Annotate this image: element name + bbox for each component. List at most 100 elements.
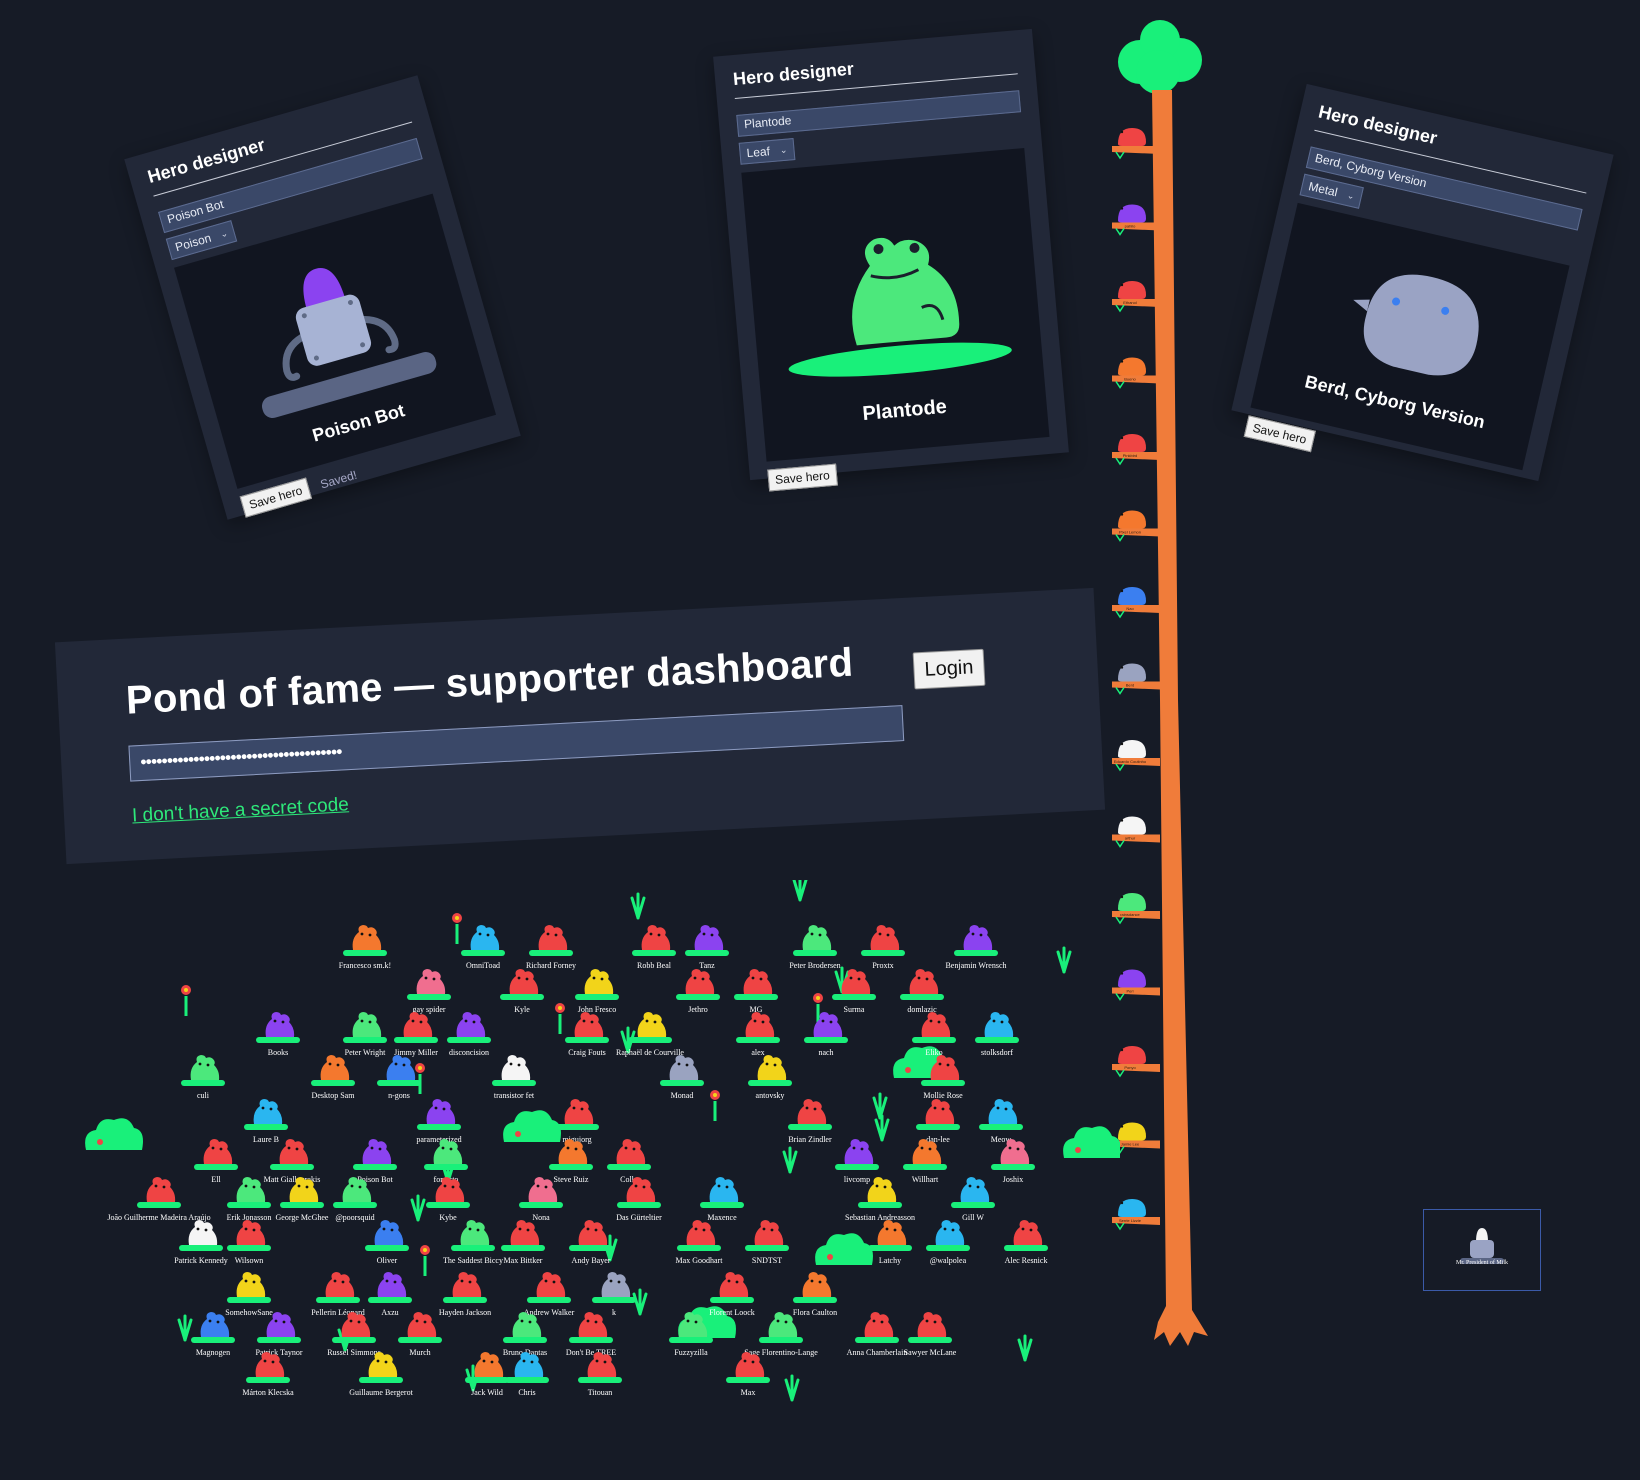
supporter-frog[interactable]: Proxtx	[861, 925, 905, 970]
supporter-frog[interactable]: Craig Fouts	[565, 1012, 609, 1057]
supporter-frog[interactable]: Ell	[194, 1139, 238, 1184]
supporter-frog[interactable]: Magnogen	[191, 1312, 235, 1357]
supporter-frog[interactable]: Francesco sm.k!	[339, 925, 391, 970]
supporter-frog[interactable]: Murch	[398, 1312, 442, 1357]
supporter-frog[interactable]: Steve Ruiz	[549, 1139, 593, 1184]
supporter-frog[interactable]: Gill W	[951, 1177, 995, 1222]
supporter-frog[interactable]: Books	[256, 1012, 300, 1057]
supporter-frog[interactable]: Desktop Sam	[311, 1055, 355, 1100]
supporter-frog[interactable]: Patrick Taynor	[255, 1312, 303, 1357]
hero-type-select[interactable]: Leaf ⌄	[738, 138, 796, 165]
supporter-frog[interactable]: Willhart	[903, 1139, 947, 1184]
supporter-frog[interactable]: Kyle	[500, 969, 544, 1014]
supporter-frog[interactable]: domlazic	[900, 969, 944, 1014]
supporter-frog[interactable]: Sawyer McLane	[904, 1312, 957, 1357]
supporter-frog[interactable]: Anna Chamberlain	[847, 1312, 908, 1357]
supporter-frog[interactable]: SomehowSane	[225, 1272, 273, 1317]
supporter-frog[interactable]: Axzu	[368, 1272, 412, 1317]
supporter-frog[interactable]: transistor fet	[492, 1055, 536, 1100]
supporter-frog[interactable]: Poison Bot	[353, 1139, 397, 1184]
hero-name-input[interactable]: Plantode	[736, 90, 1022, 137]
supporter-frog[interactable]: John Fresco	[575, 969, 619, 1014]
supporter-frog[interactable]: Hayden Jackson	[439, 1272, 491, 1317]
supporter-frog[interactable]: Jimmy Miller	[394, 1012, 438, 1057]
supporter-frog[interactable]: Sage Florentino-Lange	[744, 1312, 818, 1357]
supporter-frog[interactable]: Guillaume Bergerot	[349, 1352, 414, 1397]
supporter-frog[interactable]: Oliver	[365, 1220, 409, 1265]
supporter-frog[interactable]: Don't Be TREE	[566, 1312, 616, 1357]
supporter-frog[interactable]: disconcision	[447, 1012, 491, 1057]
supporter-frog[interactable]: nach	[804, 1012, 848, 1057]
supporter-frog[interactable]: Brian Zindler	[788, 1099, 832, 1144]
supporter-frog[interactable]: dan-lee	[916, 1099, 960, 1144]
tree-bird[interactable]: Eduardo Coutinho	[1112, 740, 1160, 772]
supporter-frog[interactable]: parameterized	[416, 1099, 462, 1144]
supporter-frog[interactable]: k	[592, 1272, 636, 1317]
supporter-frog[interactable]: Richard Forney	[526, 925, 576, 970]
supporter-frog[interactable]: migujorg	[555, 1099, 599, 1144]
supporter-frog[interactable]: Patrick Kennedy	[174, 1220, 228, 1265]
supporter-frog[interactable]: Chris	[505, 1352, 549, 1397]
tree-bird[interactable]: Pinkbird	[1112, 434, 1160, 466]
supporter-frog[interactable]: Andy Bayer	[569, 1220, 613, 1265]
supporter-frog[interactable]: Robb Beal	[632, 925, 676, 970]
tree-bird[interactable]: Bueno	[1112, 357, 1160, 389]
tree-bird[interactable]: arthur	[1112, 816, 1160, 848]
supporter-frog[interactable]: Collo	[607, 1139, 651, 1184]
supporter-frog[interactable]: João Guilherme Madeira Araújo	[107, 1177, 211, 1222]
supporter-frog[interactable]: Benjamin Wrensch	[945, 925, 1007, 970]
supporter-frog[interactable]: Meow	[979, 1099, 1023, 1144]
supporter-frog[interactable]: OmniToad	[461, 925, 505, 970]
supporter-frog[interactable]: The Saddest Biccy	[443, 1220, 503, 1265]
tree-bird[interactable]: Pixel Lemon	[1112, 510, 1160, 542]
supporter-frog[interactable]: culi	[181, 1055, 225, 1100]
tree-bird[interactable]: Nao	[1112, 587, 1160, 619]
supporter-frog[interactable]: Joshix	[991, 1139, 1035, 1184]
supporter-frog[interactable]: livcomp	[835, 1139, 879, 1184]
supporter-frog[interactable]: Wilsown	[227, 1220, 271, 1265]
supporter-frog[interactable]: Raphaël de Courville	[616, 1012, 684, 1057]
president-of-milk-card[interactable]: Mr. President of Milk	[1423, 1209, 1541, 1291]
supporter-frog[interactable]: Jethro	[676, 969, 720, 1014]
supporter-frog[interactable]: gay spider	[407, 969, 451, 1014]
supporter-frog[interactable]: alex	[736, 1012, 780, 1057]
tree-bird[interactable]: Ethanol	[1112, 281, 1160, 313]
no-secret-code-link[interactable]: I don't have a secret code	[132, 794, 350, 827]
tree-branch	[1112, 834, 1160, 843]
supporter-frog[interactable]: Laure B	[244, 1099, 288, 1144]
supporter-name: Kybe	[439, 1213, 457, 1222]
supporter-frog[interactable]: Flora Caulton	[793, 1272, 837, 1317]
hero-type-select[interactable]: Metal ⌄	[1299, 173, 1364, 209]
supporter-frog[interactable]: Alec Resnick	[1004, 1220, 1048, 1265]
login-button[interactable]: Login	[912, 648, 986, 690]
supporter-frog[interactable]: Peter Brodersen	[789, 925, 841, 970]
supporter-frog[interactable]: Titouan	[578, 1352, 622, 1397]
saved-status: Saved!	[318, 467, 359, 492]
supporter-frog[interactable]: stolksdorf	[975, 1012, 1019, 1057]
lily-pad	[407, 994, 451, 1000]
supporter-frog[interactable]: Max Bittker	[501, 1220, 545, 1265]
save-hero-button[interactable]: Save hero	[767, 463, 838, 492]
supporter-frog[interactable]: Max Goodhart	[676, 1220, 724, 1265]
supporter-frog[interactable]: MG	[734, 969, 778, 1014]
supporter-frog[interactable]: Russel Simmons	[327, 1312, 381, 1357]
supporter-frog[interactable]: Florent Loock	[709, 1272, 755, 1317]
supporter-frog[interactable]: SNDTST	[745, 1220, 789, 1265]
supporter-frog[interactable]: Pellerin Léonard	[311, 1272, 365, 1317]
supporter-frog[interactable]: @walpolea	[926, 1220, 970, 1265]
supporter-frog[interactable]: antovsky	[748, 1055, 792, 1100]
tree-bird[interactable]: pahilo	[1112, 204, 1160, 236]
supporter-frog[interactable]: Andrew Walker	[524, 1272, 575, 1317]
supporter-frog[interactable]: Peter Wright	[343, 1012, 387, 1057]
supporter-frog[interactable]: Maxence	[700, 1177, 744, 1222]
supporter-frog[interactable]: Latchy	[868, 1220, 912, 1265]
supporter-frog[interactable]: Monad	[660, 1055, 704, 1100]
supporter-frog[interactable]: Max	[726, 1352, 770, 1397]
supporter-frog[interactable]: Bruno Dantas	[503, 1312, 547, 1357]
supporter-frog[interactable]: n-gons	[377, 1055, 421, 1100]
tree-bird[interactable]: Berd	[1112, 663, 1160, 695]
supporter-frog[interactable]: Márton Klecska	[242, 1352, 294, 1397]
frog-icon	[709, 1177, 739, 1202]
supporter-frog[interactable]: Tanz	[685, 925, 729, 970]
supporter-frog[interactable]: Matt Giallourakis	[264, 1139, 321, 1184]
